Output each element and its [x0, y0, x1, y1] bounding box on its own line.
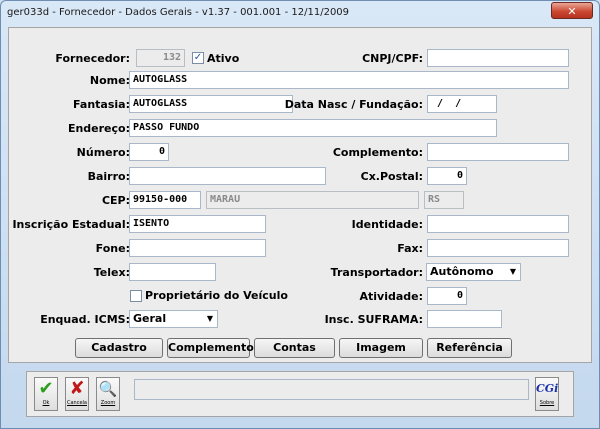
fantasia-label: Fantasia:	[73, 98, 130, 111]
complemento-field[interactable]	[427, 143, 569, 161]
suframa-label: Insc. SUFRAMA:	[324, 313, 423, 326]
cancel-x-icon: ✘	[69, 378, 85, 399]
bairro-field[interactable]	[129, 167, 326, 185]
atividade-field[interactable]: 0	[427, 287, 467, 305]
transportador-select[interactable]: Autônomo ▼	[426, 263, 521, 281]
cep-field[interactable]: 99150-000	[129, 191, 201, 209]
complemento-button[interactable]: Complemento	[167, 338, 254, 358]
endereco-label: Endereço:	[67, 122, 130, 135]
magnifier-icon: 🔍	[98, 380, 118, 398]
sobre-button-label: Sobre	[539, 400, 555, 406]
identidade-label: Identidade:	[351, 218, 423, 231]
cgi-logo-icon: CGi	[536, 382, 559, 395]
window-title: ger033d - Fornecedor - Dados Gerais - v1…	[7, 7, 350, 18]
uf-field: RS	[424, 191, 464, 209]
referencia-button[interactable]: Referência	[427, 338, 512, 358]
data-nasc-field[interactable]: / /	[427, 95, 497, 113]
cnpj-label: CNPJ/CPF:	[362, 52, 423, 65]
cnpj-field[interactable]	[427, 49, 569, 67]
fone-label: Fone:	[95, 242, 130, 255]
cx-postal-field[interactable]: 0	[427, 167, 467, 185]
bottom-toolbar: ✔ Ok ✘ Cancela 🔍 Zoom CGi Sobre	[26, 371, 574, 417]
status-bar	[134, 379, 529, 400]
sobre-button[interactable]: CGi Sobre	[535, 377, 559, 411]
cidade-field: MARAU	[206, 191, 419, 209]
atividade-label: Atividade:	[359, 290, 423, 303]
bairro-label: Bairro:	[87, 170, 130, 183]
inscricao-estadual-label: Inscrição Estadual:	[12, 218, 130, 231]
window: ger033d - Fornecedor - Dados Gerais - v1…	[0, 0, 600, 429]
identidade-field[interactable]	[427, 215, 569, 233]
enquad-icms-label: Enquad. ICMS:	[40, 313, 130, 326]
fornecedor-label: Fornecedor:	[55, 52, 130, 65]
contas-button[interactable]: Contas	[254, 338, 335, 358]
ok-button[interactable]: ✔ Ok	[34, 377, 58, 411]
telex-label: Telex:	[93, 266, 130, 279]
data-nasc-label: Data Nasc / Fundação:	[284, 98, 423, 111]
inscricao-estadual-field[interactable]: ISENTO	[129, 215, 266, 233]
ok-button-label: Ok	[42, 400, 50, 406]
fantasia-field[interactable]: AUTOGLASS	[129, 95, 293, 113]
endereco-field[interactable]: PASSO FUNDO	[129, 119, 497, 137]
nome-field[interactable]: AUTOGLASS	[129, 71, 569, 89]
fornecedor-field: 132	[136, 49, 185, 67]
cx-postal-label: Cx.Postal:	[360, 170, 423, 183]
transportador-value: Autônomo	[430, 265, 494, 278]
proprietario-checkbox[interactable]	[130, 290, 142, 302]
fone-field[interactable]	[129, 239, 266, 257]
transportador-label: Transportador:	[330, 266, 423, 279]
nome-label: Nome:	[89, 74, 130, 87]
chevron-down-icon: ▼	[206, 314, 213, 323]
imagem-button[interactable]: Imagem	[339, 338, 423, 358]
enquad-icms-select[interactable]: Geral ▼	[129, 310, 218, 328]
checkmark-icon: ✔	[38, 378, 54, 399]
cancela-button-label: Cancela	[66, 400, 87, 406]
numero-field[interactable]: 0	[129, 143, 169, 161]
zoom-button[interactable]: 🔍 Zoom	[96, 377, 120, 411]
ativo-label: Ativo	[207, 52, 240, 65]
ativo-checkbox[interactable]: ✓	[192, 52, 204, 64]
zoom-button-label: Zoom	[100, 400, 116, 406]
numero-label: Número:	[76, 146, 130, 159]
enquad-icms-value: Geral	[133, 312, 167, 325]
suframa-field[interactable]	[427, 310, 502, 328]
title-bar: ger033d - Fornecedor - Dados Gerais - v1…	[1, 1, 599, 28]
complemento-label: Complemento:	[332, 146, 423, 159]
cep-label: CEP:	[101, 194, 130, 207]
chevron-down-icon: ▼	[509, 267, 516, 276]
form-panel: Fornecedor: 132 ✓ Ativo CNPJ/CPF: Nome: …	[8, 27, 592, 363]
cancela-button[interactable]: ✘ Cancela	[65, 377, 89, 411]
cadastro-button[interactable]: Cadastro	[75, 338, 163, 358]
fax-field[interactable]	[427, 239, 569, 257]
fax-label: Fax:	[397, 242, 423, 255]
telex-field[interactable]	[129, 263, 216, 281]
proprietario-label: Proprietário do Veículo	[145, 289, 288, 302]
close-icon[interactable]: ✕	[551, 2, 593, 19]
